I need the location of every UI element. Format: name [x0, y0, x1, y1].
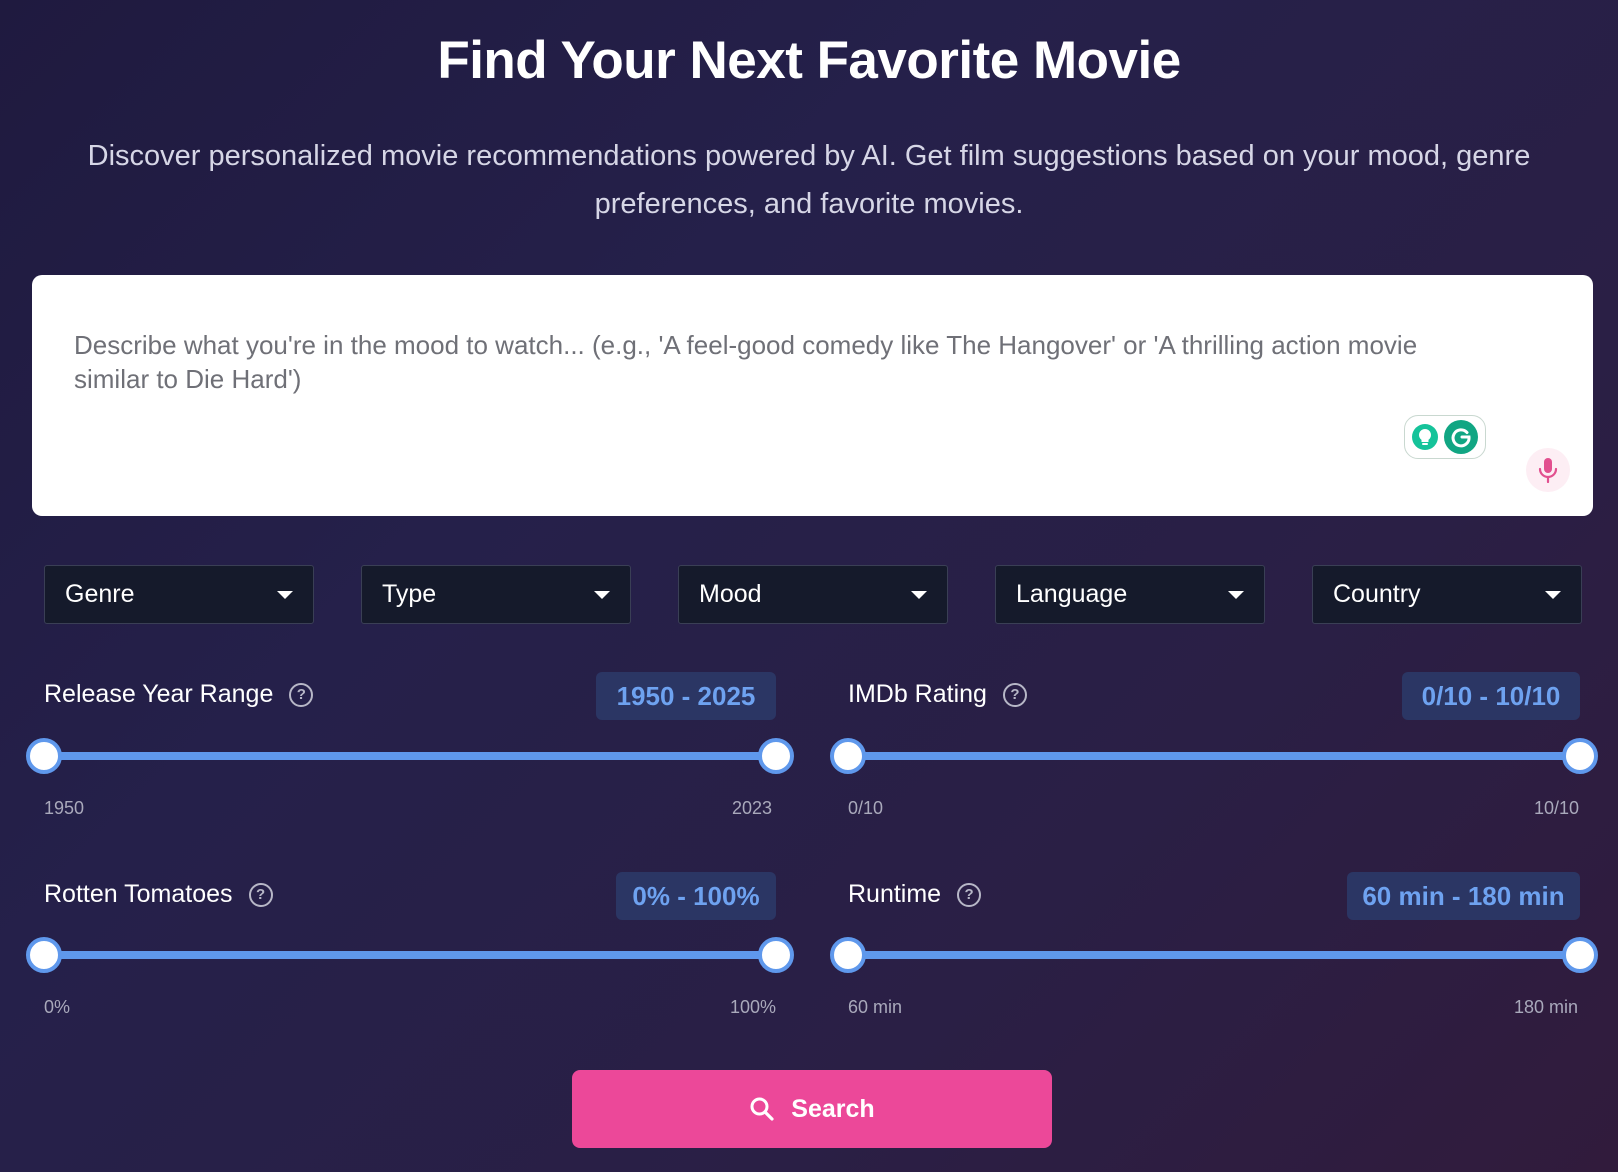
- release-year-range-badge: 1950 - 2025: [596, 672, 776, 720]
- runtime-label: Runtime ?: [848, 880, 982, 909]
- help-icon[interactable]: ?: [289, 682, 314, 707]
- mood-query-input[interactable]: [32, 275, 1593, 516]
- runtime-label-text: Runtime: [848, 880, 942, 908]
- language-dropdown-label: Language: [1016, 580, 1128, 608]
- rotten-tomatoes-range-badge: 0% - 100%: [616, 872, 776, 920]
- imdb-rating-label-text: IMDb Rating: [848, 680, 987, 708]
- chevron-down-icon: [594, 590, 610, 599]
- release-year-label: Release Year Range ?: [44, 680, 314, 709]
- microphone-icon: [1538, 458, 1558, 483]
- rotten-tomatoes-max-thumb[interactable]: [758, 937, 794, 973]
- release-year-max-label: 2023: [732, 798, 773, 818]
- rotten-tomatoes-min-label: 0%: [44, 997, 71, 1017]
- genre-dropdown[interactable]: Genre: [44, 565, 314, 624]
- search-button-label: Search: [791, 1094, 875, 1123]
- search-icon: [750, 1097, 774, 1121]
- mood-dropdown[interactable]: Mood: [678, 565, 948, 624]
- imdb-rating-range-badge: 0/10 - 10/10: [1402, 672, 1580, 720]
- imdb-rating-slider-track[interactable]: [848, 752, 1580, 760]
- rotten-tomatoes-slider-track[interactable]: [44, 951, 776, 959]
- runtime-max-label: 180 min: [1514, 997, 1579, 1017]
- country-dropdown[interactable]: Country: [1312, 565, 1582, 624]
- page-subtitle: Discover personalized movie recommendati…: [87, 140, 1531, 220]
- genre-dropdown-label: Genre: [65, 580, 135, 608]
- help-icon[interactable]: ?: [957, 882, 982, 907]
- release-year-min-thumb[interactable]: [26, 738, 62, 774]
- imdb-rating-min-label: 0/10: [848, 798, 884, 818]
- chevron-down-icon: [277, 590, 293, 599]
- imdb-rating-min-thumb[interactable]: [830, 738, 866, 774]
- help-icon[interactable]: ?: [248, 882, 273, 907]
- runtime-min-label: 60 min: [848, 997, 903, 1017]
- country-dropdown-label: Country: [1333, 580, 1421, 608]
- runtime-range-badge: 60 min - 180 min: [1347, 872, 1580, 920]
- type-dropdown-label: Type: [382, 580, 437, 608]
- mood-dropdown-label: Mood: [699, 580, 762, 608]
- voice-input-button[interactable]: [1526, 448, 1570, 492]
- imdb-rating-label: IMDb Rating ?: [848, 680, 1027, 709]
- grammarly-icon[interactable]: [1444, 420, 1478, 454]
- runtime-slider-track[interactable]: [848, 951, 1580, 959]
- chevron-down-icon: [911, 590, 927, 599]
- release-year-max-thumb[interactable]: [758, 738, 794, 774]
- runtime-min-thumb[interactable]: [830, 937, 866, 973]
- chevron-down-icon: [1545, 590, 1561, 599]
- help-icon[interactable]: ?: [1002, 682, 1027, 707]
- release-year-slider-track[interactable]: [44, 752, 776, 760]
- runtime-max-thumb[interactable]: [1562, 937, 1598, 973]
- language-dropdown[interactable]: Language: [995, 565, 1265, 624]
- search-button[interactable]: Search: [572, 1070, 1052, 1148]
- type-dropdown[interactable]: Type: [361, 565, 631, 624]
- rotten-tomatoes-label: Rotten Tomatoes ?: [44, 880, 273, 909]
- page-title: Find Your Next Favorite Movie: [437, 31, 1181, 90]
- imdb-rating-max-label: 10/10: [1534, 798, 1580, 818]
- grammarly-widget[interactable]: [1404, 415, 1486, 459]
- mood-query-box: [32, 275, 1593, 516]
- release-year-label-text: Release Year Range: [44, 680, 274, 708]
- release-year-min-label: 1950: [44, 798, 85, 818]
- grammarly-suggestion-icon[interactable]: [1412, 424, 1438, 450]
- rotten-tomatoes-min-thumb[interactable]: [26, 937, 62, 973]
- rotten-tomatoes-label-text: Rotten Tomatoes: [44, 880, 233, 908]
- imdb-rating-max-thumb[interactable]: [1562, 738, 1598, 774]
- chevron-down-icon: [1228, 590, 1244, 599]
- rotten-tomatoes-max-label: 100%: [730, 997, 777, 1017]
